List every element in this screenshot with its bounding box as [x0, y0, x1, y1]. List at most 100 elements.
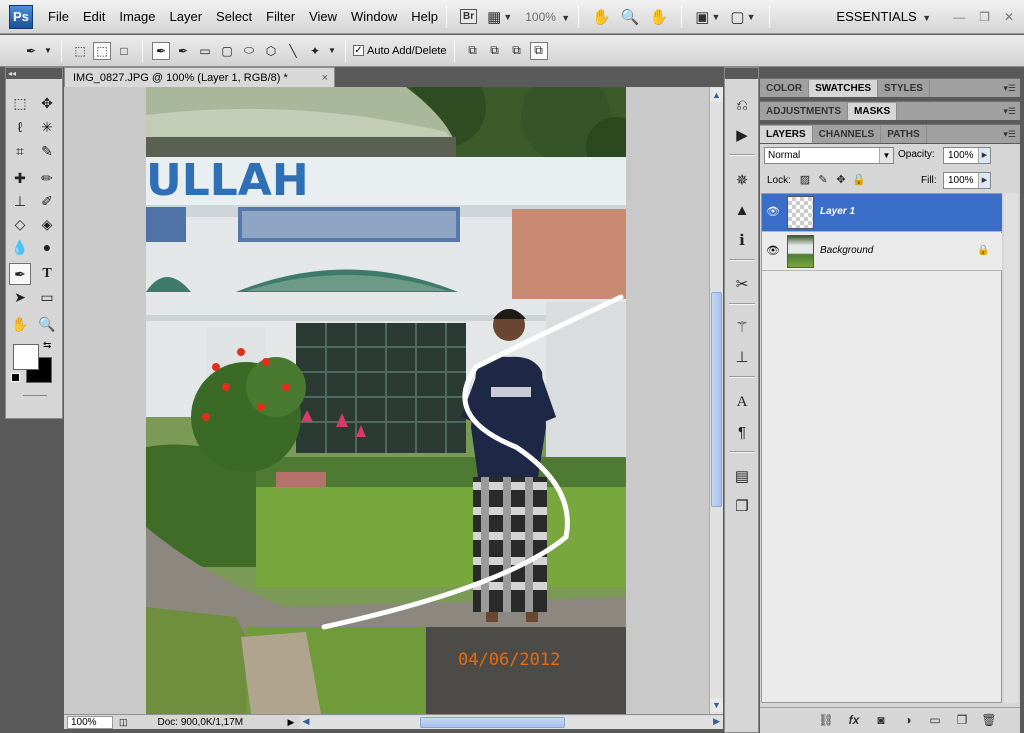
- tools-panel-header[interactable]: ◂◂: [6, 68, 62, 79]
- layer-style-fx-icon[interactable]: fx: [845, 712, 863, 728]
- menu-file[interactable]: File: [48, 9, 69, 24]
- lock-transparency-icon[interactable]: ▨: [798, 173, 812, 187]
- vertical-scroll-thumb[interactable]: [711, 292, 722, 507]
- scroll-right-icon[interactable]: ▶: [713, 716, 720, 727]
- ellipse-shape-icon[interactable]: ⬭: [240, 42, 258, 60]
- panels-header[interactable]: [760, 67, 1020, 78]
- rounded-rectangle-icon[interactable]: ▢: [218, 42, 236, 60]
- shape-dropdown-icon[interactable]: ▼: [328, 42, 336, 60]
- blend-mode-select[interactable]: Normal ▼: [764, 147, 894, 164]
- polygon-shape-icon[interactable]: ⬡: [262, 42, 280, 60]
- dodge-tool-icon[interactable]: ●: [36, 236, 58, 258]
- fill-pixels-icon[interactable]: □: [115, 42, 133, 60]
- crop-tool-icon[interactable]: ⌗: [9, 140, 31, 162]
- arrange-documents-icon[interactable]: ▣ ▼: [695, 8, 720, 26]
- layer-row-layer-1[interactable]: 👁 Layer 1: [762, 194, 1002, 232]
- tab-paths[interactable]: PATHS: [881, 126, 927, 143]
- photoshop-logo[interactable]: Ps: [9, 4, 33, 29]
- close-document-icon[interactable]: ×: [322, 72, 328, 84]
- screen-mode-icon[interactable]: ▢ ▼: [730, 8, 755, 26]
- status-zoom-field[interactable]: 100%: [67, 715, 113, 729]
- tab-swatches[interactable]: SWATCHES: [809, 80, 879, 97]
- actions-panel-icon[interactable]: ▶: [731, 124, 753, 146]
- lasso-tool-icon[interactable]: ℓ: [9, 116, 31, 138]
- status-info-icon[interactable]: ◫: [119, 717, 128, 728]
- marquee-tool-icon[interactable]: ⬚: [9, 92, 31, 114]
- delete-layer-icon[interactable]: 🗑: [980, 712, 998, 728]
- zoom-tool-icon[interactable]: 🔍: [621, 8, 640, 26]
- opacity-slider-arrow-icon[interactable]: ▶: [978, 148, 990, 163]
- restore-icon[interactable]: ❐: [979, 10, 990, 24]
- menu-edit[interactable]: Edit: [83, 9, 105, 24]
- combine-intersect-icon[interactable]: ⧉: [508, 42, 526, 60]
- canvas-vertical-scrollbar[interactable]: ▲ ▼: [709, 87, 723, 714]
- menu-view[interactable]: View: [309, 9, 337, 24]
- zoom-level-display[interactable]: 100% ▼: [525, 10, 570, 24]
- combine-subtract-icon[interactable]: ⧉: [486, 42, 504, 60]
- layer-name[interactable]: Layer 1: [820, 206, 855, 217]
- menu-layer[interactable]: Layer: [170, 9, 203, 24]
- chevron-down-icon[interactable]: ▼: [879, 148, 893, 163]
- layers-scrollbar[interactable]: [1004, 193, 1018, 703]
- menu-image[interactable]: Image: [119, 9, 155, 24]
- line-shape-icon[interactable]: ╲: [284, 42, 302, 60]
- add-mask-icon[interactable]: ◙: [872, 712, 890, 728]
- rectangle-tool-icon[interactable]: ▭: [36, 286, 58, 308]
- histogram-panel-icon[interactable]: ▲: [731, 199, 753, 221]
- default-colors-icon[interactable]: [11, 373, 20, 382]
- lock-all-icon[interactable]: 🔒: [852, 173, 866, 187]
- tab-layers[interactable]: LAYERS: [760, 126, 813, 143]
- lock-position-icon[interactable]: ✥: [834, 173, 848, 187]
- notes-panel-icon[interactable]: ▤: [731, 465, 753, 487]
- horizontal-scroll-thumb[interactable]: [420, 716, 566, 728]
- link-layers-icon[interactable]: ⛓: [817, 712, 835, 728]
- tab-color[interactable]: COLOR: [760, 80, 810, 97]
- document-photo[interactable]: ULLAH 04/06/2012: [146, 87, 626, 714]
- blur-tool-icon[interactable]: 💧: [9, 236, 31, 258]
- clone-source-panel-icon[interactable]: ⊥: [731, 346, 753, 368]
- tab-channels[interactable]: CHANNELS: [813, 126, 882, 143]
- hand-tool-icon[interactable]: ✋: [592, 8, 611, 26]
- navigator-panel-icon[interactable]: ✵: [731, 169, 753, 191]
- info-panel-icon[interactable]: ℹ: [731, 229, 753, 251]
- pen-tool-option-icon[interactable]: ✒: [152, 41, 170, 60]
- pen-tool-icon[interactable]: ✒: [9, 263, 31, 285]
- tool-presets-panel-icon[interactable]: ✂: [731, 273, 753, 295]
- scroll-down-icon[interactable]: ▼: [710, 698, 723, 712]
- custom-shape-icon[interactable]: ✦: [306, 42, 324, 60]
- type-tool-icon[interactable]: T: [36, 263, 58, 285]
- shape-layers-icon[interactable]: ⬚: [71, 42, 89, 60]
- tool-preset-dropdown-icon[interactable]: ▼: [44, 42, 52, 60]
- menu-window[interactable]: Window: [351, 9, 397, 24]
- clone-stamp-tool-icon[interactable]: ⊥: [9, 190, 31, 212]
- layer-row-background[interactable]: 👁 Background 🔒: [762, 233, 1002, 271]
- healing-brush-tool-icon[interactable]: ✚: [9, 167, 31, 189]
- view-extras-icon[interactable]: ▦ ▼: [487, 8, 512, 26]
- eraser-tool-icon[interactable]: ◇: [9, 213, 31, 235]
- eye-icon[interactable]: 👁: [766, 206, 780, 218]
- layer-name[interactable]: Background: [820, 245, 873, 256]
- canvas-area[interactable]: ULLAH 04/06/2012: [64, 87, 709, 714]
- bridge-button[interactable]: Br: [460, 9, 478, 24]
- zoom-tool-icon[interactable]: 🔍: [36, 313, 58, 335]
- menu-help[interactable]: Help: [411, 9, 438, 24]
- magic-wand-tool-icon[interactable]: ✳: [36, 116, 58, 138]
- paint-bucket-tool-icon[interactable]: ◈: [36, 213, 58, 235]
- status-menu-arrow-icon[interactable]: ▶: [288, 717, 295, 728]
- path-selection-tool-icon[interactable]: ➤: [9, 286, 31, 308]
- lock-image-pixels-icon[interactable]: ✎: [816, 173, 830, 187]
- menu-filter[interactable]: Filter: [266, 9, 295, 24]
- eyedropper-tool-icon[interactable]: ✎: [36, 140, 58, 162]
- fill-slider-arrow-icon[interactable]: ▶: [978, 173, 990, 188]
- auto-add-delete-checkbox[interactable]: ✓: [353, 45, 364, 56]
- brushes-panel-icon[interactable]: ⚚: [731, 316, 753, 338]
- fill-field[interactable]: 100% ▶: [943, 172, 991, 189]
- character-panel-icon[interactable]: A: [731, 391, 753, 413]
- foreground-color-swatch[interactable]: [13, 344, 39, 370]
- close-icon[interactable]: ✕: [1004, 10, 1014, 24]
- panel-menu-icon[interactable]: ▾☰: [1003, 103, 1016, 120]
- menu-select[interactable]: Select: [216, 9, 252, 24]
- history-panel-icon[interactable]: ⎌: [731, 94, 753, 116]
- swap-colors-icon[interactable]: ⇆: [43, 340, 51, 351]
- rectangle-shape-icon[interactable]: ▭: [196, 42, 214, 60]
